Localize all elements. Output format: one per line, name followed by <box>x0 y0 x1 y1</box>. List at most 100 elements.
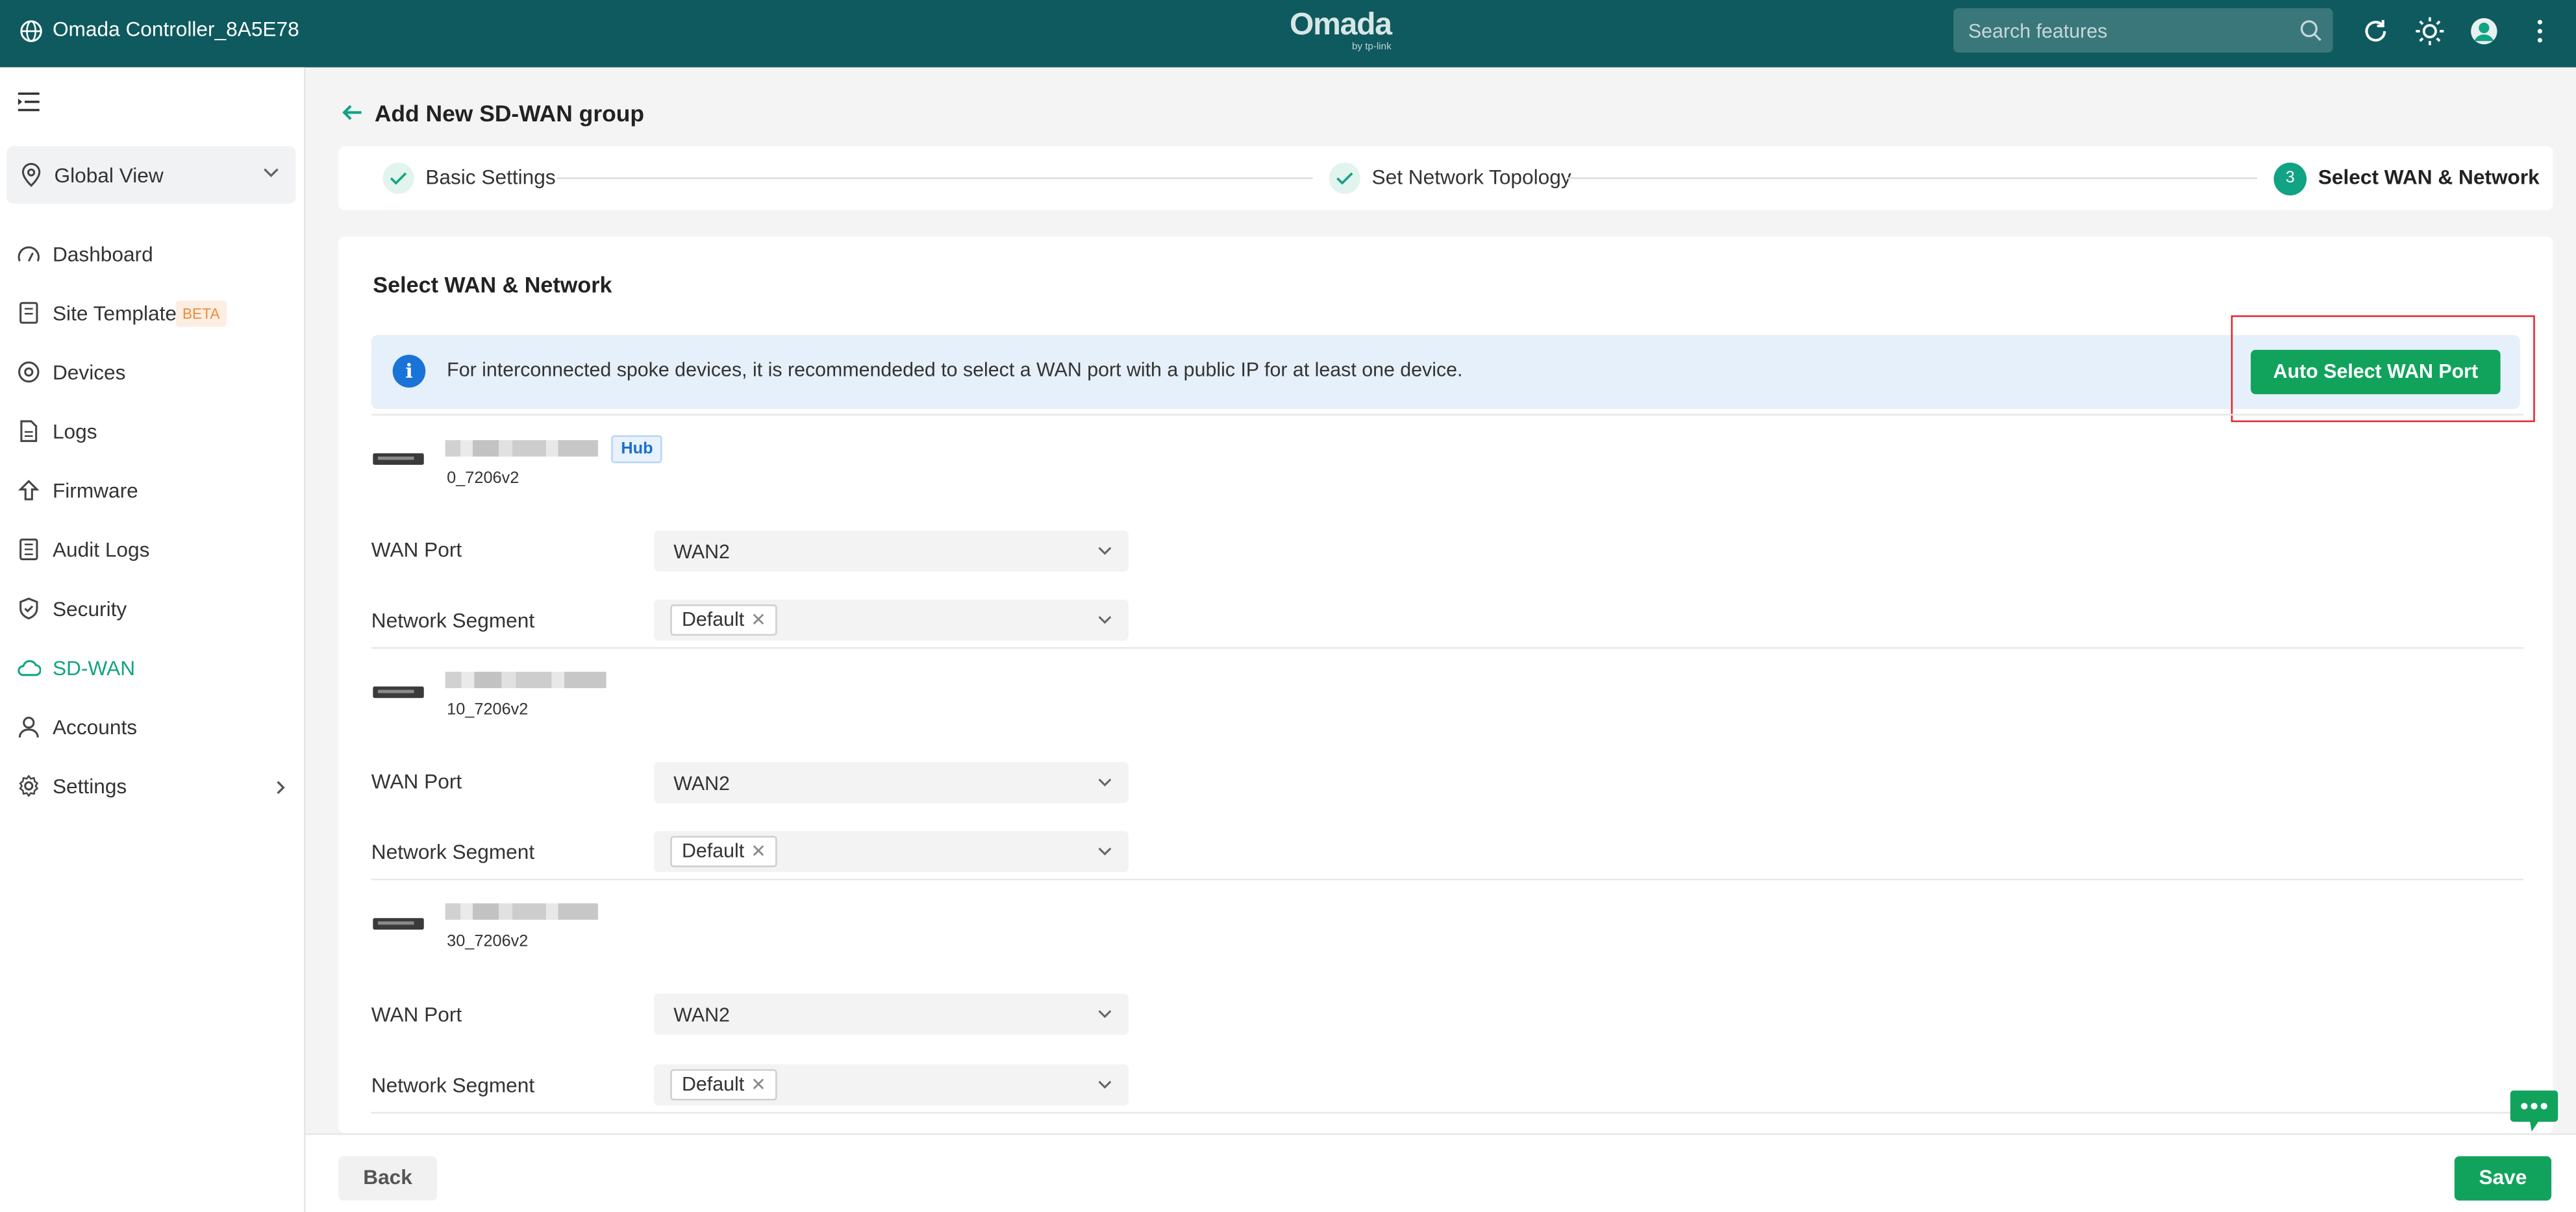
network-segment-label: Network Segment <box>371 609 535 633</box>
devices-icon <box>18 361 40 383</box>
wan-port-value: WAN2 <box>673 540 730 563</box>
step-label: Basic Settings <box>425 166 556 189</box>
divider <box>371 878 2524 881</box>
theme-sun-icon[interactable] <box>2414 15 2447 48</box>
segment-tag-label: Default <box>681 608 745 631</box>
page-title: Add New SD-WAN group <box>374 100 645 127</box>
device-name-blurred <box>445 903 598 920</box>
wan-port-select[interactable]: WAN2 <box>653 761 1129 804</box>
logs-icon <box>20 420 38 442</box>
section-title: Select WAN & Network <box>373 272 612 297</box>
wan-port-select[interactable]: WAN2 <box>653 993 1129 1035</box>
network-segment-select[interactable]: Default ✕ <box>653 599 1129 641</box>
wizard-steps: Basic Settings Set Network Topology 3 Se… <box>338 146 2553 210</box>
sidebar-item-label: Logs <box>52 420 97 444</box>
beta-badge: BETA <box>175 300 227 327</box>
step-done-icon <box>382 162 414 194</box>
segment-tag-label: Default <box>681 1072 745 1096</box>
global-view-selector[interactable]: Global View <box>6 146 296 204</box>
refresh-icon[interactable] <box>2359 15 2392 48</box>
wan-port-value: WAN2 <box>673 772 730 795</box>
shield-icon <box>19 597 38 620</box>
segment-tag: Default ✕ <box>670 604 778 636</box>
router-device-icon <box>373 453 424 465</box>
divider <box>371 414 2524 416</box>
firmware-icon <box>18 480 40 501</box>
remove-tag-icon[interactable]: ✕ <box>751 611 766 630</box>
step-label: Set Network Topology <box>1371 166 1571 189</box>
gear-icon <box>19 774 39 797</box>
wan-port-label: WAN Port <box>371 538 462 562</box>
global-view-label: Global View <box>54 164 164 188</box>
chat-support-icon[interactable] <box>2508 1089 2559 1135</box>
remove-tag-icon[interactable]: ✕ <box>751 1076 766 1095</box>
router-device-icon <box>373 686 424 699</box>
logo-subtext: by tp-link <box>1351 42 1392 53</box>
step-label-current: Select WAN & Network <box>2318 166 2540 189</box>
chevron-down-icon <box>264 168 279 178</box>
sidebar: Global View Dashboard Site Template BETA… <box>0 67 306 1212</box>
sidebar-item-devices[interactable]: Devices <box>0 348 306 397</box>
auto-select-wan-port-button[interactable]: Auto Select WAN Port <box>2251 349 2501 395</box>
chevron-right-icon <box>277 781 285 795</box>
network-segment-label: Network Segment <box>371 1074 535 1098</box>
network-segment-select[interactable]: Default ✕ <box>653 831 1129 872</box>
wan-port-value: WAN2 <box>673 1003 730 1027</box>
back-button[interactable]: Back <box>338 1156 437 1201</box>
router-device-icon <box>373 918 424 930</box>
sidebar-item-settings[interactable]: Settings <box>0 762 306 811</box>
sidebar-item-accounts[interactable]: Accounts <box>0 703 306 752</box>
wan-port-select[interactable]: WAN2 <box>653 530 1129 572</box>
wan-port-label: WAN Port <box>371 770 462 793</box>
hub-badge: Hub <box>611 435 663 464</box>
info-text: For interconnected spoke devices, it is … <box>447 358 1463 381</box>
chevron-down-icon <box>1098 547 1112 555</box>
segment-tag: Default ✕ <box>670 1069 778 1101</box>
network-segment-label: Network Segment <box>371 841 535 864</box>
info-icon: i <box>392 354 426 388</box>
sidebar-item-label: Site Template <box>52 302 177 325</box>
audit-logs-icon <box>19 538 38 560</box>
device-model: 0_7206v2 <box>447 469 519 488</box>
info-banner: i For interconnected spoke devices, it i… <box>371 335 2521 409</box>
omada-logo: Omada by tp-link <box>1290 8 1392 53</box>
more-vertical-icon[interactable] <box>2523 15 2557 48</box>
sidebar-item-security[interactable]: Security <box>0 585 306 634</box>
sidebar-item-label: Firmware <box>52 479 138 503</box>
sidebar-item-logs[interactable]: Logs <box>0 407 306 456</box>
sidebar-item-sd-wan[interactable]: SD-WAN <box>0 644 306 693</box>
controller-name[interactable]: Omada Controller_8A5E78 <box>53 18 299 41</box>
sidebar-item-label: Settings <box>52 775 127 798</box>
wan-network-card: Select WAN & Network i For interconnecte… <box>338 236 2553 1133</box>
sidebar-item-audit-logs[interactable]: Audit Logs <box>0 526 306 575</box>
user-icon <box>18 717 39 738</box>
sidebar-item-dashboard[interactable]: Dashboard <box>0 230 306 279</box>
network-segment-select[interactable]: Default ✕ <box>653 1064 1129 1106</box>
divider <box>371 1111 2524 1114</box>
step-current-number: 3 <box>2273 162 2307 196</box>
back-arrow-icon[interactable] <box>342 103 363 121</box>
save-button[interactable]: Save <box>2454 1156 2552 1201</box>
location-pin-icon <box>21 162 41 187</box>
top-bar: Omada Controller_8A5E78 Omada by tp-link… <box>0 0 2576 68</box>
sidebar-item-firmware[interactable]: Firmware <box>0 467 306 516</box>
remove-tag-icon[interactable]: ✕ <box>751 843 766 862</box>
cloud-icon <box>18 660 42 676</box>
device-model: 10_7206v2 <box>447 701 529 720</box>
divider <box>371 647 2524 649</box>
chevron-down-icon <box>1098 1080 1112 1089</box>
user-avatar-icon[interactable] <box>2468 15 2501 48</box>
sidebar-item-label: Devices <box>52 361 126 385</box>
dashboard-icon <box>18 246 40 262</box>
chevron-down-icon <box>1098 778 1112 787</box>
chevron-down-icon <box>1098 1010 1112 1019</box>
device-name-blurred <box>445 440 598 457</box>
search-icon[interactable] <box>2298 18 2323 43</box>
search-box[interactable]: Search features <box>1953 8 2333 53</box>
chevron-down-icon <box>1098 847 1112 856</box>
sidebar-item-site-template[interactable]: Site Template BETA <box>0 289 306 338</box>
logo-text: Omada <box>1290 8 1392 43</box>
collapse-menu-icon[interactable] <box>16 90 41 113</box>
footer-bar: Back Save <box>305 1133 2576 1212</box>
segment-tag-label: Default <box>681 839 745 863</box>
